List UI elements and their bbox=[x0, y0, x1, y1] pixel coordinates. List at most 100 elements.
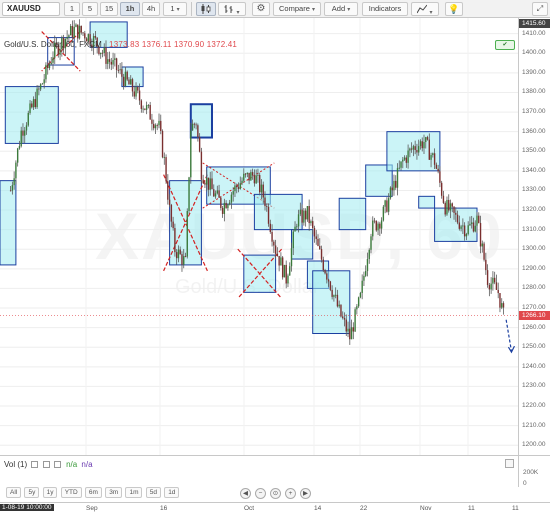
eye-icon[interactable] bbox=[31, 461, 39, 468]
range-all-button[interactable]: All bbox=[6, 487, 22, 498]
lightbulb-icon: 💡 bbox=[448, 4, 460, 14]
range-6m-button[interactable]: 6m bbox=[84, 487, 102, 498]
price-candle-body bbox=[137, 86, 139, 91]
price-candle-body bbox=[372, 220, 374, 237]
legend-open: 1373.83 bbox=[109, 40, 140, 49]
price-candle-body bbox=[11, 185, 14, 191]
interval-4h-button[interactable]: 4h bbox=[142, 2, 160, 16]
chart-type-dropdown[interactable]: ▾ bbox=[218, 2, 246, 16]
price-candle-body bbox=[59, 49, 61, 55]
price-candle-body bbox=[105, 47, 107, 64]
templates-button[interactable]: ▾ bbox=[411, 2, 439, 16]
indicators-button[interactable]: Indicators bbox=[362, 2, 408, 16]
price-candle-body bbox=[184, 256, 187, 257]
price-candle-body bbox=[207, 177, 210, 190]
volume-pane[interactable]: Vol (1) n/a n/a bbox=[0, 455, 518, 487]
add-label: Add bbox=[331, 4, 346, 13]
price-tick-label: 1260.00 bbox=[522, 323, 546, 331]
range-5y-button[interactable]: 5y bbox=[24, 487, 40, 498]
price-candle-body bbox=[107, 59, 109, 64]
range-1m-button[interactable]: 1m bbox=[125, 487, 143, 498]
scroll-left-button[interactable]: ◀ bbox=[240, 488, 251, 499]
symbol-search-input[interactable]: XAUUSD bbox=[2, 2, 60, 16]
interval-1h-button[interactable]: 1h bbox=[120, 2, 140, 16]
support-zone-box bbox=[169, 180, 202, 266]
price-candle-body bbox=[386, 200, 388, 212]
price-candle-body bbox=[27, 112, 29, 126]
price-candle-body bbox=[200, 151, 203, 180]
range-1d-button[interactable]: 1d bbox=[164, 487, 180, 498]
zoom-in-button[interactable]: + bbox=[285, 488, 296, 499]
price-tick-label: 1350.00 bbox=[522, 147, 546, 155]
price-candle-body bbox=[186, 211, 188, 257]
volume-value: n/a bbox=[66, 460, 78, 469]
price-candle-body bbox=[273, 241, 275, 246]
price-candle-body bbox=[276, 253, 279, 256]
settings-button[interactable]: ⚙ bbox=[252, 2, 270, 16]
check-icon: ✔ bbox=[502, 42, 508, 48]
price-candle-body bbox=[142, 108, 144, 110]
interval-1m-button[interactable]: 1 bbox=[64, 2, 80, 16]
gear-icon[interactable] bbox=[42, 461, 50, 468]
price-candle-body bbox=[271, 231, 273, 242]
add-button[interactable]: Add ▾ bbox=[324, 2, 358, 16]
price-tick-label: 1410.00 bbox=[522, 29, 546, 37]
interval-5m-button[interactable]: 5 bbox=[82, 2, 98, 16]
price-candle-body bbox=[126, 71, 128, 80]
price-candle-body bbox=[460, 226, 462, 229]
price-candle-body bbox=[101, 52, 104, 54]
price-candle-body bbox=[153, 123, 155, 129]
price-candle-body bbox=[315, 236, 317, 239]
price-candle-body bbox=[179, 249, 181, 255]
time-axis[interactable]: 1-08-19 10:00:00 Sep 16 Oct 14 22 Nov 11… bbox=[0, 502, 550, 514]
price-candle-body bbox=[410, 148, 413, 150]
price-candle-body bbox=[423, 141, 425, 149]
price-candle-body bbox=[403, 157, 406, 160]
range-5d-button[interactable]: 5d bbox=[145, 487, 161, 498]
compare-button[interactable]: Compare ▾ bbox=[273, 2, 321, 16]
publish-badge[interactable]: ✔ bbox=[495, 40, 515, 50]
price-candle-body bbox=[266, 206, 268, 207]
reset-chart-button[interactable]: ⊙ bbox=[270, 488, 281, 499]
price-axis[interactable]: 1410.00 1400.00 1390.00 1380.00 1370.00 1360.… bbox=[518, 18, 550, 455]
price-candle-body bbox=[94, 35, 97, 38]
price-chart[interactable]: XAUUSD, 60 Gold/U.S. Dollar Gold/U.S. Do… bbox=[0, 18, 518, 455]
price-candle-body bbox=[387, 198, 390, 212]
interval-15m-button[interactable]: 15 bbox=[100, 2, 118, 16]
price-candle-body bbox=[78, 25, 81, 39]
price-candle-body bbox=[366, 258, 369, 272]
candles-style-button[interactable] bbox=[196, 2, 216, 16]
price-candle-body bbox=[446, 199, 448, 215]
price-candle-body bbox=[193, 123, 196, 125]
interval-dropdown[interactable]: 1 ▾ bbox=[163, 2, 187, 16]
alert-button[interactable]: 💡 bbox=[445, 2, 463, 16]
price-candle-body bbox=[20, 130, 22, 147]
price-candle-body bbox=[156, 125, 158, 127]
range-ytd-button[interactable]: YTD bbox=[60, 487, 82, 498]
price-candle-body bbox=[405, 157, 408, 163]
price-candle-body bbox=[342, 316, 344, 319]
close-icon[interactable] bbox=[53, 461, 61, 468]
price-candle-body bbox=[218, 190, 220, 198]
zoom-out-button[interactable]: − bbox=[255, 488, 266, 499]
price-candle-body bbox=[296, 226, 298, 228]
scroll-right-button[interactable]: ▶ bbox=[300, 488, 311, 499]
volume-label: Vol (1) bbox=[4, 460, 28, 469]
volume-tick-200k: 200K bbox=[523, 469, 539, 476]
price-candle-body bbox=[393, 180, 395, 191]
range-3m-button[interactable]: 3m bbox=[105, 487, 123, 498]
price-candle-body bbox=[347, 328, 349, 332]
support-zone-box bbox=[418, 195, 436, 209]
price-candle-body bbox=[338, 304, 340, 307]
price-candle-body bbox=[50, 62, 52, 64]
price-candle-body bbox=[476, 215, 478, 226]
range-1y-button[interactable]: 1y bbox=[42, 487, 58, 498]
price-candle-body bbox=[499, 293, 501, 308]
price-tick-label: 1230.00 bbox=[522, 382, 546, 390]
volume-pane-maximize[interactable] bbox=[505, 459, 514, 468]
price-candle-body bbox=[130, 79, 132, 85]
maximize-button[interactable]: ⤢ bbox=[532, 2, 548, 16]
price-candle-body bbox=[435, 164, 438, 169]
price-candle-body bbox=[474, 225, 476, 232]
price-candle-body bbox=[151, 119, 153, 124]
